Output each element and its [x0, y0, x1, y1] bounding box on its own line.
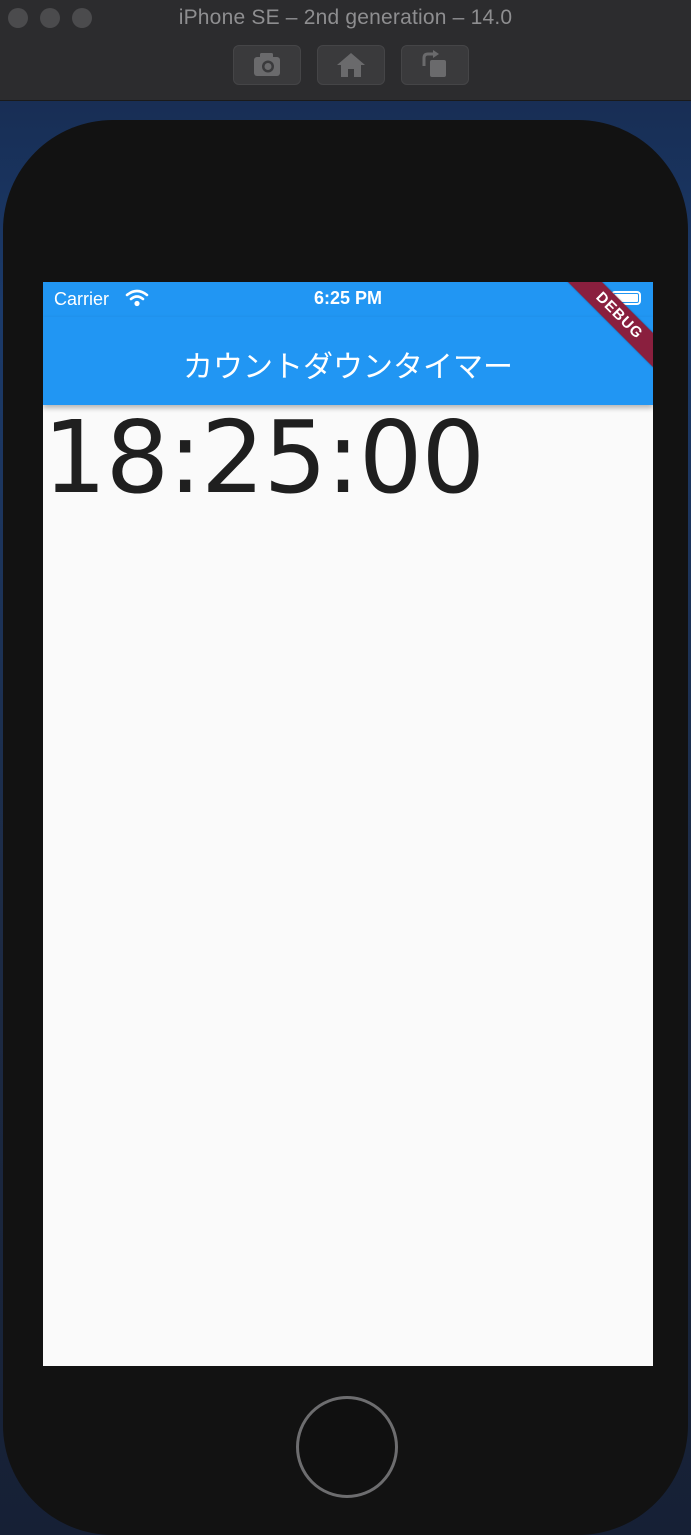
home-toolbar-button[interactable] — [317, 45, 385, 85]
simulator-window: iPhone SE – 2nd generation – 14.0 Carrie… — [0, 0, 691, 1535]
status-time: 6:25 PM — [313, 288, 383, 308]
simulator-titlebar: iPhone SE – 2nd generation – 14.0 — [0, 0, 691, 101]
page-title: カウントダウンタイマー — [183, 350, 513, 385]
screenshot-button[interactable] — [233, 45, 301, 85]
status-bar: Carrier 6:25 PM — [43, 282, 653, 317]
countdown-timer-display: 18:25:00 — [43, 399, 485, 516]
rotate-button[interactable] — [401, 45, 469, 85]
device-home-button[interactable] — [296, 1396, 398, 1498]
camera-icon — [254, 53, 280, 76]
home-icon — [337, 53, 365, 77]
simulator-title: iPhone SE – 2nd generation – 14.0 — [178, 6, 513, 29]
rotate-icon — [422, 50, 446, 77]
app-bar: カウントダウンタイマー — [43, 317, 653, 405]
app-screen: Carrier 6:25 PM カウントダウンタイマー 18:25:00 DEB… — [43, 282, 653, 1366]
